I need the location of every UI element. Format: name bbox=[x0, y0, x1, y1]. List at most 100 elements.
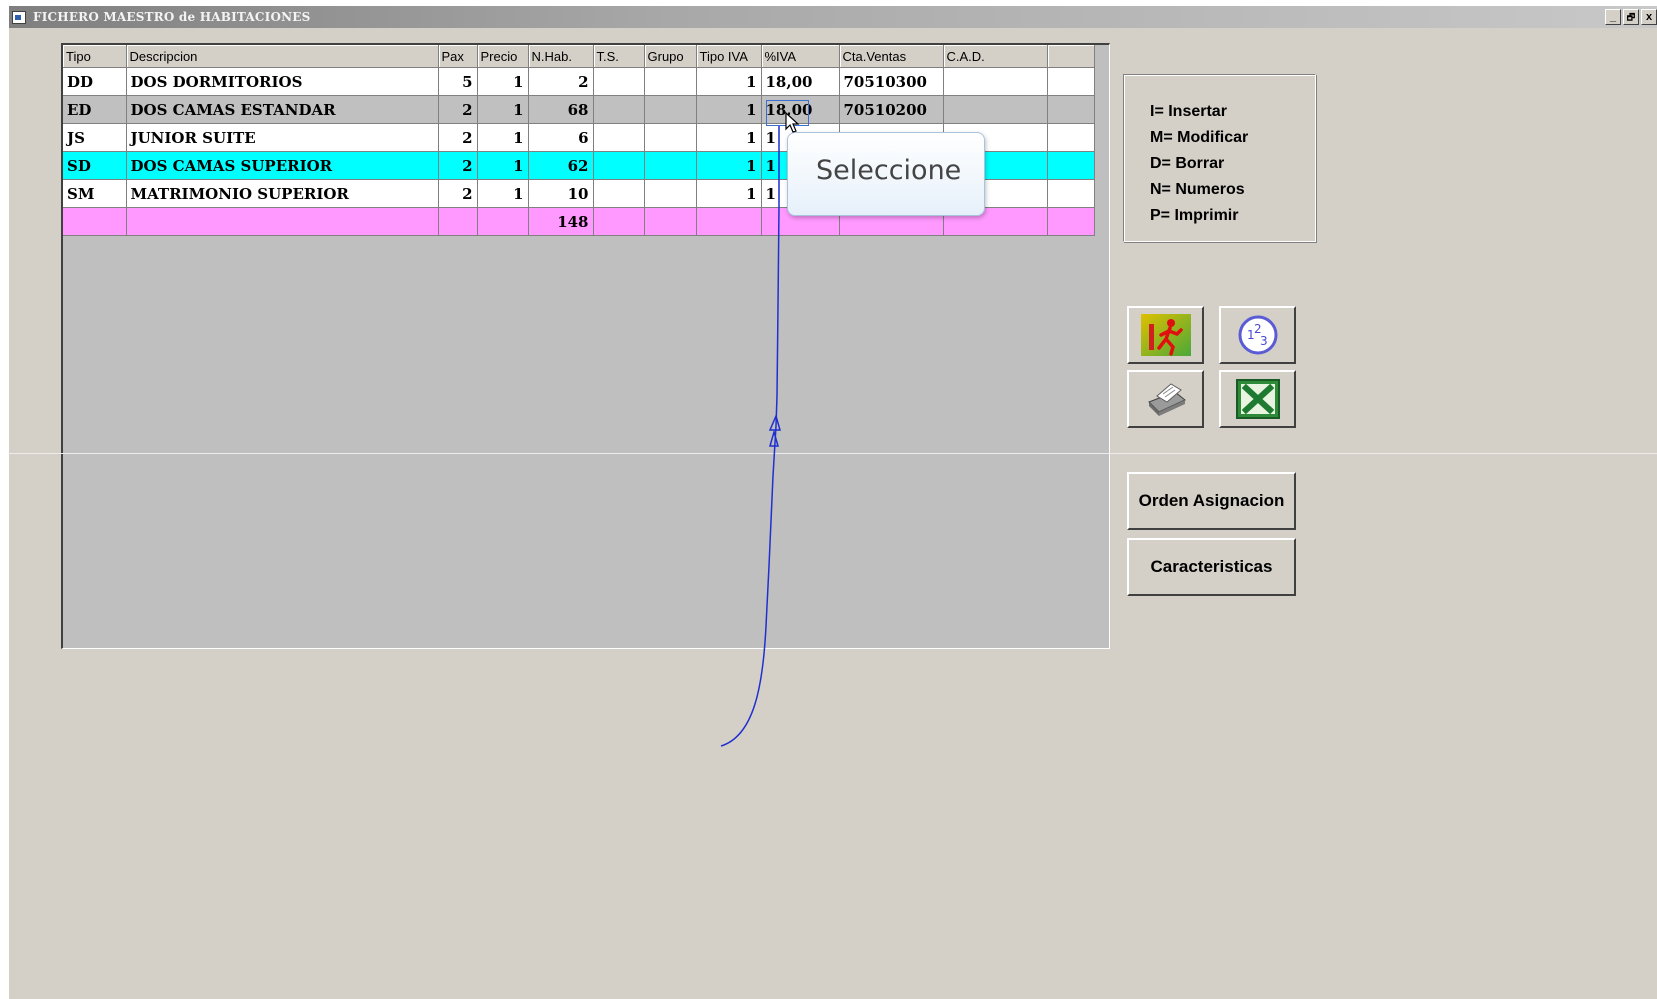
numbers-123-icon: 1 2 3 bbox=[1238, 315, 1278, 355]
cell-nhab[interactable]: 6 bbox=[528, 123, 594, 152]
cell-ts[interactable] bbox=[593, 123, 645, 152]
cell-tipo-iva[interactable]: 1 bbox=[696, 151, 762, 180]
cell-pct-iva[interactable]: 18,00 bbox=[761, 67, 840, 96]
restore-icon: 🗗 bbox=[1626, 12, 1636, 22]
cell-pax[interactable]: 5 bbox=[438, 67, 478, 96]
cell-extra[interactable] bbox=[1047, 151, 1095, 180]
table-row[interactable]: ED DOS CAMAS ESTANDAR 2 1 68 1 18,00 70510200 bbox=[63, 95, 1095, 124]
cell-extra[interactable] bbox=[1047, 207, 1095, 236]
col-header-tipo[interactable]: Tipo bbox=[63, 45, 127, 68]
cell-pax[interactable]: 2 bbox=[438, 123, 478, 152]
cell-extra[interactable] bbox=[1047, 95, 1095, 124]
col-header-pct-iva[interactable]: %IVA bbox=[761, 45, 840, 68]
cell-pax[interactable] bbox=[438, 207, 478, 236]
help-line-imprimir: P= Imprimir bbox=[1150, 207, 1239, 224]
tooltip-text: Seleccione bbox=[816, 155, 962, 186]
cell-cta-ventas[interactable]: 70510200 bbox=[839, 95, 944, 124]
svg-text:3: 3 bbox=[1260, 334, 1268, 348]
cell-grupo[interactable] bbox=[644, 123, 697, 152]
col-header-cad[interactable]: C.A.D. bbox=[943, 45, 1048, 68]
cell-extra[interactable] bbox=[1047, 179, 1095, 208]
cell-ts[interactable] bbox=[593, 179, 645, 208]
col-header-extra bbox=[1047, 45, 1095, 68]
col-header-grupo[interactable]: Grupo bbox=[644, 45, 697, 68]
cell-grupo[interactable] bbox=[644, 151, 697, 180]
cell-ts[interactable] bbox=[593, 151, 645, 180]
cell-extra[interactable] bbox=[1047, 67, 1095, 96]
cell-tipo-iva[interactable]: 1 bbox=[696, 95, 762, 124]
cell-cad[interactable] bbox=[943, 67, 1048, 96]
excel-button[interactable] bbox=[1219, 370, 1296, 428]
cell-cta-ventas[interactable]: 70510300 bbox=[839, 67, 944, 96]
cell-precio[interactable] bbox=[477, 207, 529, 236]
cell-nhab[interactable]: 148 bbox=[528, 207, 594, 236]
close-icon: x bbox=[1645, 11, 1653, 23]
col-header-nhab[interactable]: N.Hab. bbox=[528, 45, 594, 68]
cell-pax[interactable]: 2 bbox=[438, 151, 478, 180]
cell-tipo[interactable]: SM bbox=[63, 179, 127, 208]
exit-running-man-icon bbox=[1141, 314, 1191, 356]
help-line-insertar: I= Insertar bbox=[1150, 103, 1227, 120]
restore-button[interactable]: 🗗 bbox=[1623, 9, 1639, 25]
help-line-numeros: N= Numeros bbox=[1150, 181, 1245, 198]
col-header-tipo-iva[interactable]: Tipo IVA bbox=[696, 45, 762, 68]
cell-ts[interactable] bbox=[593, 95, 645, 124]
cell-descripcion[interactable] bbox=[126, 207, 439, 236]
caracteristicas-button[interactable]: Caracteristicas bbox=[1127, 538, 1296, 596]
close-button[interactable]: x bbox=[1641, 9, 1657, 25]
cell-descripcion[interactable]: JUNIOR SUITE bbox=[126, 123, 439, 152]
title-bar[interactable]: FICHERO MAESTRO de HABITACIONES _ 🗗 x bbox=[9, 6, 1657, 28]
divider-line bbox=[9, 453, 1657, 454]
help-line-modificar: M= Modificar bbox=[1150, 129, 1249, 146]
cell-nhab[interactable]: 10 bbox=[528, 179, 594, 208]
cell-ts[interactable] bbox=[593, 207, 645, 236]
cell-nhab[interactable]: 68 bbox=[528, 95, 594, 124]
cell-precio[interactable]: 1 bbox=[477, 123, 529, 152]
cell-tipo[interactable]: DD bbox=[63, 67, 127, 96]
col-header-pax[interactable]: Pax bbox=[438, 45, 478, 68]
table-row[interactable]: DD DOS DORMITORIOS 5 1 2 1 18,00 70510300 bbox=[63, 67, 1095, 96]
cell-grupo[interactable] bbox=[644, 179, 697, 208]
excel-icon bbox=[1236, 379, 1280, 419]
orden-asignacion-button[interactable]: Orden Asignacion bbox=[1127, 472, 1296, 530]
print-button[interactable] bbox=[1127, 370, 1204, 428]
cell-precio[interactable]: 1 bbox=[477, 179, 529, 208]
cell-ts[interactable] bbox=[593, 67, 645, 96]
cell-cad[interactable] bbox=[943, 95, 1048, 124]
col-header-cta-ventas[interactable]: Cta.Ventas bbox=[839, 45, 944, 68]
cell-tipo-iva[interactable]: 1 bbox=[696, 179, 762, 208]
cell-grupo[interactable] bbox=[644, 95, 697, 124]
app-window: FICHERO MAESTRO de HABITACIONES _ 🗗 x Ti… bbox=[9, 6, 1657, 999]
cell-nhab[interactable]: 62 bbox=[528, 151, 594, 180]
cell-grupo[interactable] bbox=[644, 207, 697, 236]
cell-descripcion[interactable]: MATRIMONIO SUPERIOR bbox=[126, 179, 439, 208]
cell-extra[interactable] bbox=[1047, 123, 1095, 152]
cell-tipo[interactable]: ED bbox=[63, 95, 127, 124]
help-line-borrar: D= Borrar bbox=[1150, 155, 1225, 172]
mouse-pointer-icon bbox=[785, 112, 800, 133]
cell-descripcion[interactable]: DOS DORMITORIOS bbox=[126, 67, 439, 96]
numbers-button[interactable]: 1 2 3 bbox=[1219, 306, 1296, 364]
printer-icon bbox=[1148, 383, 1186, 416]
cell-pax[interactable]: 2 bbox=[438, 95, 478, 124]
exit-button[interactable] bbox=[1127, 306, 1204, 364]
cell-precio[interactable]: 1 bbox=[477, 67, 529, 96]
cell-tipo-iva[interactable]: 1 bbox=[696, 123, 762, 152]
cell-nhab[interactable]: 2 bbox=[528, 67, 594, 96]
cell-pax[interactable]: 2 bbox=[438, 179, 478, 208]
col-header-descripcion[interactable]: Descripcion bbox=[126, 45, 439, 68]
cell-tipo-iva[interactable] bbox=[696, 207, 762, 236]
cell-grupo[interactable] bbox=[644, 67, 697, 96]
col-header-precio[interactable]: Precio bbox=[477, 45, 529, 68]
minimize-button[interactable]: _ bbox=[1605, 9, 1621, 25]
col-header-ts[interactable]: T.S. bbox=[593, 45, 645, 68]
cell-precio[interactable]: 1 bbox=[477, 95, 529, 124]
app-icon bbox=[12, 11, 26, 24]
cell-tipo[interactable]: JS bbox=[63, 123, 127, 152]
cell-descripcion[interactable]: DOS CAMAS SUPERIOR bbox=[126, 151, 439, 180]
cell-tipo-iva[interactable]: 1 bbox=[696, 67, 762, 96]
cell-precio[interactable]: 1 bbox=[477, 151, 529, 180]
cell-tipo[interactable] bbox=[63, 207, 127, 236]
cell-tipo[interactable]: SD bbox=[63, 151, 127, 180]
cell-descripcion[interactable]: DOS CAMAS ESTANDAR bbox=[126, 95, 439, 124]
